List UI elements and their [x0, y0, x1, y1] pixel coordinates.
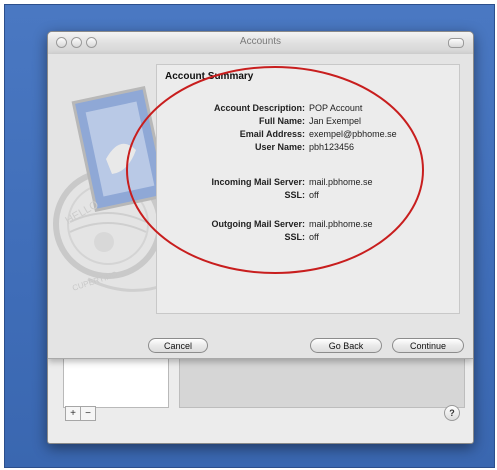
- remove-account-button[interactable]: −: [80, 407, 95, 420]
- summary-label: Account Description:: [213, 103, 305, 113]
- cancel-button[interactable]: Cancel: [148, 338, 208, 353]
- summary-label: SSL:: [284, 190, 305, 200]
- summary-label: SSL:: [284, 232, 305, 242]
- summary-label: Email Address:: [239, 129, 305, 139]
- accounts-list[interactable]: [63, 354, 169, 408]
- add-account-button[interactable]: +: [66, 407, 80, 420]
- account-summary-heading: Account Summary: [165, 71, 254, 82]
- title-bar[interactable]: Accounts: [48, 32, 473, 55]
- account-setup-sheet: HELLO CUPERTINO Account Summary Account …: [48, 54, 473, 359]
- summary-value: Jan Exempel: [309, 116, 362, 126]
- stamp-text-top: HELLO: [63, 198, 101, 227]
- help-button[interactable]: ?: [444, 405, 460, 421]
- go-back-button[interactable]: Go Back: [310, 338, 382, 353]
- account-summary-box: Account Summary Account Description: POP…: [156, 64, 460, 314]
- summary-label: Full Name:: [258, 116, 305, 126]
- summary-value: off: [309, 190, 319, 200]
- summary-label: Incoming Mail Server:: [211, 177, 305, 187]
- summary-label: User Name:: [254, 142, 305, 152]
- summary-value: off: [309, 232, 319, 242]
- toolbar-toggle-button[interactable]: [448, 38, 464, 48]
- continue-button[interactable]: Continue: [392, 338, 464, 353]
- summary-value: exempel@pbhome.se: [309, 129, 397, 139]
- account-detail-panel: [179, 354, 465, 408]
- accounts-window: Accounts + − ? HELLO CUPERTINO Account S…: [47, 31, 474, 444]
- summary-value: mail.pbhome.se: [309, 177, 373, 187]
- window-title: Accounts: [239, 36, 282, 47]
- summary-value: POP Account: [309, 103, 363, 113]
- summary-label: Outgoing Mail Server:: [211, 219, 305, 229]
- summary-value: mail.pbhome.se: [309, 219, 373, 229]
- summary-value: pbh123456: [309, 142, 355, 152]
- add-remove-controls: + −: [65, 406, 96, 421]
